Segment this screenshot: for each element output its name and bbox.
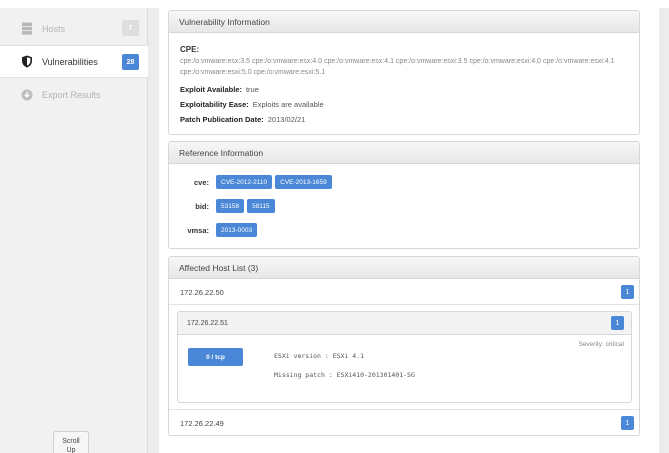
export-icon	[20, 88, 34, 102]
count-badge: 7	[122, 20, 139, 36]
sidebar-item-export-results[interactable]: Export Results	[0, 78, 148, 111]
reference-row-bid: bid: 53158 58115	[169, 197, 639, 215]
host-ip: 172.26.22.49	[180, 418, 224, 428]
server-icon	[20, 22, 34, 36]
exploit-available-label: Exploit Available:	[180, 85, 242, 94]
patch-publication-date: Patch Publication Date: 2013/02/21	[180, 115, 305, 124]
shield-icon	[20, 55, 34, 69]
cpe-label: CPE:	[180, 45, 200, 54]
exploit-available-value: true	[245, 85, 259, 94]
reference-key: bid:	[195, 201, 209, 211]
exploitability-ease-label: Exploitability Ease:	[180, 100, 249, 109]
plugin-output-line: Missing patch : ESXi410-201301401-SG	[274, 371, 415, 379]
scroll-up-button[interactable]: Scroll Up	[53, 431, 89, 453]
severity-label: Severity: critical	[578, 341, 624, 348]
exploit-available: Exploit Available: true	[180, 85, 259, 94]
host-count-badge: 1	[621, 285, 634, 299]
sidebar-item-label: Vulnerabilities	[42, 56, 98, 67]
host-ip: 172.26.22.50	[180, 287, 224, 297]
patch-date-label: Patch Publication Date:	[180, 115, 264, 124]
main-content: Vulnerability Information CPE: cpe:/o:vm…	[159, 8, 659, 453]
sidebar-item-hosts[interactable]: Hosts 7	[0, 12, 148, 45]
scroll-up-label: Up	[66, 447, 76, 453]
reference-information-panel: Reference Information cve: CVE-2012-2110…	[168, 141, 640, 249]
reference-row-vmsa: vmsa: 2013-0003	[169, 221, 639, 239]
reference-key: cve:	[193, 177, 209, 187]
affected-host-list-panel: Affected Host List (3) 172.26.22.50 1 17…	[168, 256, 640, 436]
divider	[169, 304, 639, 305]
plugin-output-line: ESXi version : ESXi 4.1	[274, 352, 365, 360]
exploitability-ease-value: Exploits are available	[252, 100, 324, 109]
patch-date-value: 2013/02/21	[267, 115, 306, 124]
reference-key: vmsa:	[187, 225, 209, 235]
host-count-badge: 1	[611, 316, 624, 330]
sidebar: Hosts 7 Vulnerabilities 28 Export Result…	[0, 8, 148, 453]
sidebar-item-label: Export Results	[42, 89, 101, 100]
count-badge: 28	[122, 54, 139, 70]
host-ip: 172.26.22.51	[187, 319, 228, 327]
sidebar-item-label: Hosts	[42, 23, 66, 34]
host-row[interactable]: 172.26.22.49 1	[169, 411, 639, 435]
host-count-badge: 1	[621, 416, 634, 430]
host-detail-expanded: 172.26.22.51 1 0 / tcp Severity: critica…	[177, 311, 632, 403]
reference-tag-link[interactable]: CVE-2012-2110	[216, 175, 273, 189]
divider	[169, 409, 639, 410]
reference-tag-link[interactable]: 58115	[247, 199, 275, 213]
panel-title: Affected Host List (3)	[169, 257, 639, 279]
sidebar-item-vulnerabilities[interactable]: Vulnerabilities 28	[0, 45, 148, 78]
cpe-value: cpe:/o:vmware:esx:3.5 cpe:/o:vmware:esx:…	[180, 58, 615, 76]
reference-tag-link[interactable]: CVE-2013-1659	[275, 175, 332, 189]
scroll-up-label: Scroll	[62, 438, 80, 445]
top-strip	[0, 0, 669, 8]
reference-tag-link[interactable]: 53158	[216, 199, 245, 213]
panel-title: Vulnerability Information	[169, 11, 639, 33]
host-row[interactable]: 172.26.22.50 1	[169, 280, 639, 304]
reference-row-cve: cve: CVE-2012-2110 CVE-2013-1659	[169, 173, 639, 191]
port-button[interactable]: 0 / tcp	[188, 348, 243, 366]
vulnerability-information-panel: Vulnerability Information CPE: cpe:/o:vm…	[168, 10, 640, 135]
exploitability-ease: Exploitability Ease: Exploits are availab…	[180, 100, 324, 109]
panel-title: Reference Information	[169, 142, 639, 164]
reference-tag-link[interactable]: 2013-0003	[216, 223, 258, 237]
host-row-expanded[interactable]: 172.26.22.51 1	[178, 312, 631, 335]
